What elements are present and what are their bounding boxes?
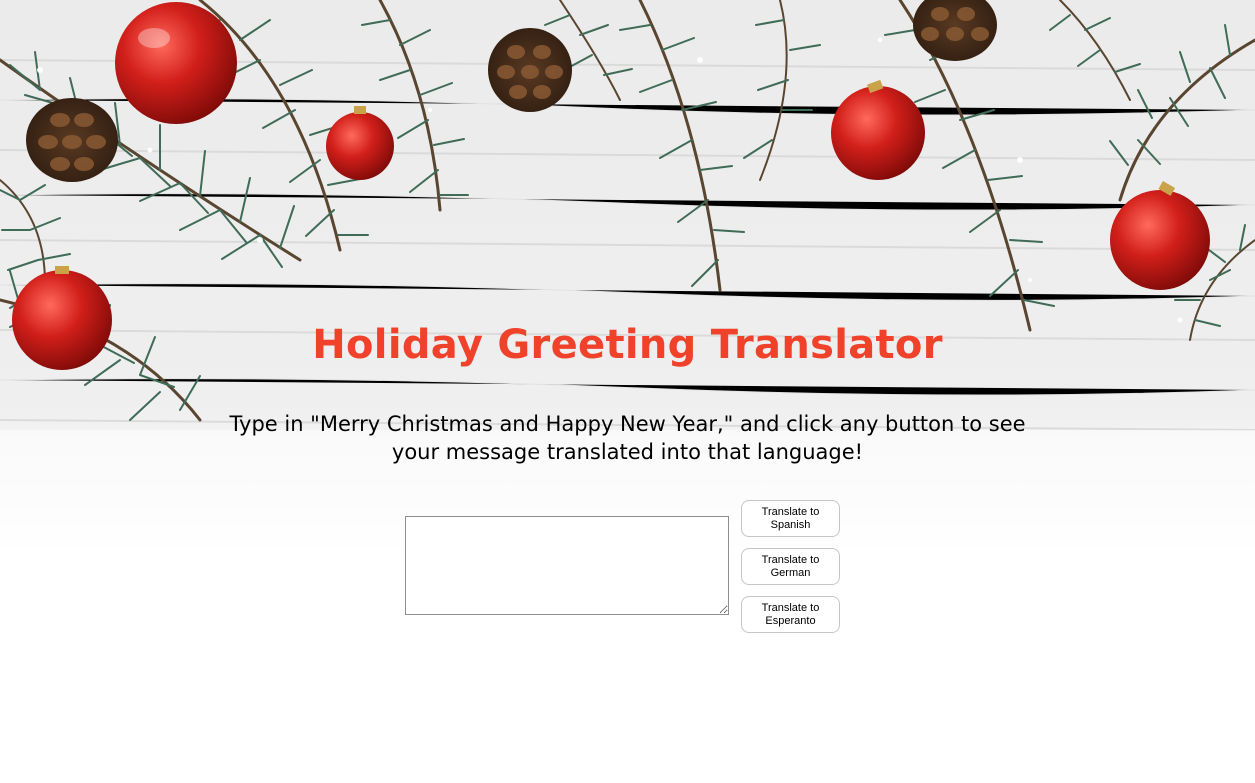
message-input[interactable] — [405, 516, 729, 615]
page: Holiday Greeting Translator Type in "Mer… — [0, 0, 1255, 783]
translate-german-button[interactable]: Translate to German — [741, 548, 840, 585]
page-title: Holiday Greeting Translator — [312, 322, 943, 368]
holiday-background — [0, 0, 1255, 560]
instructions-text: Type in "Merry Christmas and Happy New Y… — [229, 412, 1026, 464]
translate-spanish-button[interactable]: Translate to Spanish — [741, 500, 840, 537]
translate-esperanto-button[interactable]: Translate to Esperanto — [741, 596, 840, 633]
